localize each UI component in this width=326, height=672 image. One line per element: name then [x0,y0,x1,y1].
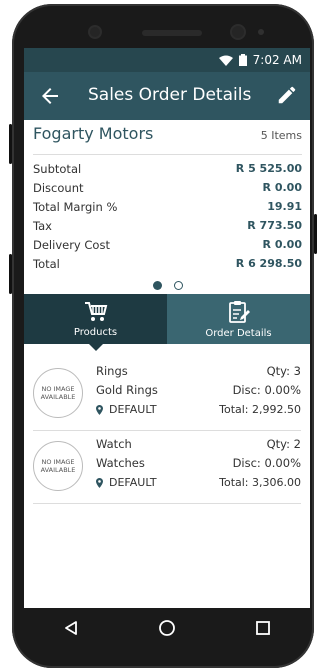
line-value: 19.91 [267,200,302,213]
margin-row: Total Margin % 19.91 [33,197,302,216]
proximity-sensor [258,29,264,35]
status-time: 7:02 AM [252,53,302,67]
tab-products[interactable]: Products [24,294,167,351]
status-bar: 7:02 AM [24,48,310,72]
location-pin-icon [96,477,103,488]
earpiece-speaker [142,30,202,36]
line-label: Total Margin % [33,199,118,214]
volume-down-button [9,254,12,294]
line-label: Total [33,256,60,271]
tax-row: Tax R 773.50 [33,216,302,235]
list-item[interactable]: NO IMAGE AVAILABLE Watch Watches DEFAULT… [33,431,301,504]
customer-name: Fogarty Motors [33,124,154,143]
product-category: Gold Rings [96,383,158,397]
edit-pencil-icon[interactable] [276,84,298,106]
cart-icon [84,301,107,321]
page-indicator [33,281,302,293]
tab-label: Products [73,326,118,338]
product-list: NO IMAGE AVAILABLE Rings Gold Rings DEFA… [24,358,310,504]
delivery-cost-row: Delivery Cost R 0.00 [33,235,302,254]
customer-row: Fogarty Motors 5 Items [33,124,302,155]
location-label: DEFAULT [109,403,157,416]
line-label: Tax [33,218,52,233]
front-camera [90,27,100,37]
system-nav-bar [24,608,310,648]
product-total: Total: 2,992.50 [219,403,301,416]
order-summary: Fogarty Motors 5 Items Subtotal R 5 525.0… [24,120,310,293]
location-label: DEFAULT [109,476,157,489]
line-label: Delivery Cost [33,237,110,252]
product-qty: Qty: 2 [266,437,301,451]
product-thumbnail: NO IMAGE AVAILABLE [33,441,83,491]
clipboard-edit-icon [228,300,250,323]
line-value: R 5 525.00 [235,162,302,175]
product-name: Watch [96,437,132,451]
tab-order-details[interactable]: Order Details [167,294,310,344]
product-total: Total: 3,306.00 [219,476,301,489]
product-thumbnail: NO IMAGE AVAILABLE [33,368,83,418]
discount-row: Discount R 0.00 [33,178,302,197]
product-discount: Disc: 0.00% [232,456,301,470]
line-label: Subtotal [33,161,82,176]
product-discount: Disc: 0.00% [232,383,301,397]
nav-home-icon[interactable] [158,619,176,637]
line-value: R 0.00 [262,181,302,194]
page-title: Sales Order Details [88,85,252,105]
product-location: DEFAULT [96,476,157,489]
location-pin-icon [96,404,103,415]
product-name: Rings [96,364,128,378]
wifi-icon [218,55,233,66]
total-row: Total R 6 298.50 [33,254,302,273]
nav-back-icon[interactable] [63,620,79,636]
line-value: R 773.50 [247,219,302,232]
list-item[interactable]: NO IMAGE AVAILABLE Rings Gold Rings DEFA… [33,358,301,431]
back-arrow-icon[interactable] [38,84,62,108]
page-dot-inactive[interactable] [173,281,183,290]
page-dot-active[interactable] [152,281,162,290]
items-count: 5 Items [260,129,302,142]
tab-bar: Products Order Details [24,294,310,351]
app-bar: Sales Order Details [24,72,310,120]
line-value: R 0.00 [262,238,302,251]
line-label: Discount [33,180,84,195]
sensor [232,26,244,38]
tab-label: Order Details [205,327,272,339]
power-button [314,214,317,254]
product-category: Watches [96,456,145,470]
product-location: DEFAULT [96,403,157,416]
subtotal-row: Subtotal R 5 525.00 [33,159,302,178]
nav-recents-icon[interactable] [255,620,271,636]
volume-up-button [9,124,12,164]
product-qty: Qty: 3 [266,364,301,378]
line-value: R 6 298.50 [235,257,302,270]
battery-icon [238,54,247,66]
app-screen: 7:02 AM Sales Order Details Fogarty Moto… [24,48,310,608]
